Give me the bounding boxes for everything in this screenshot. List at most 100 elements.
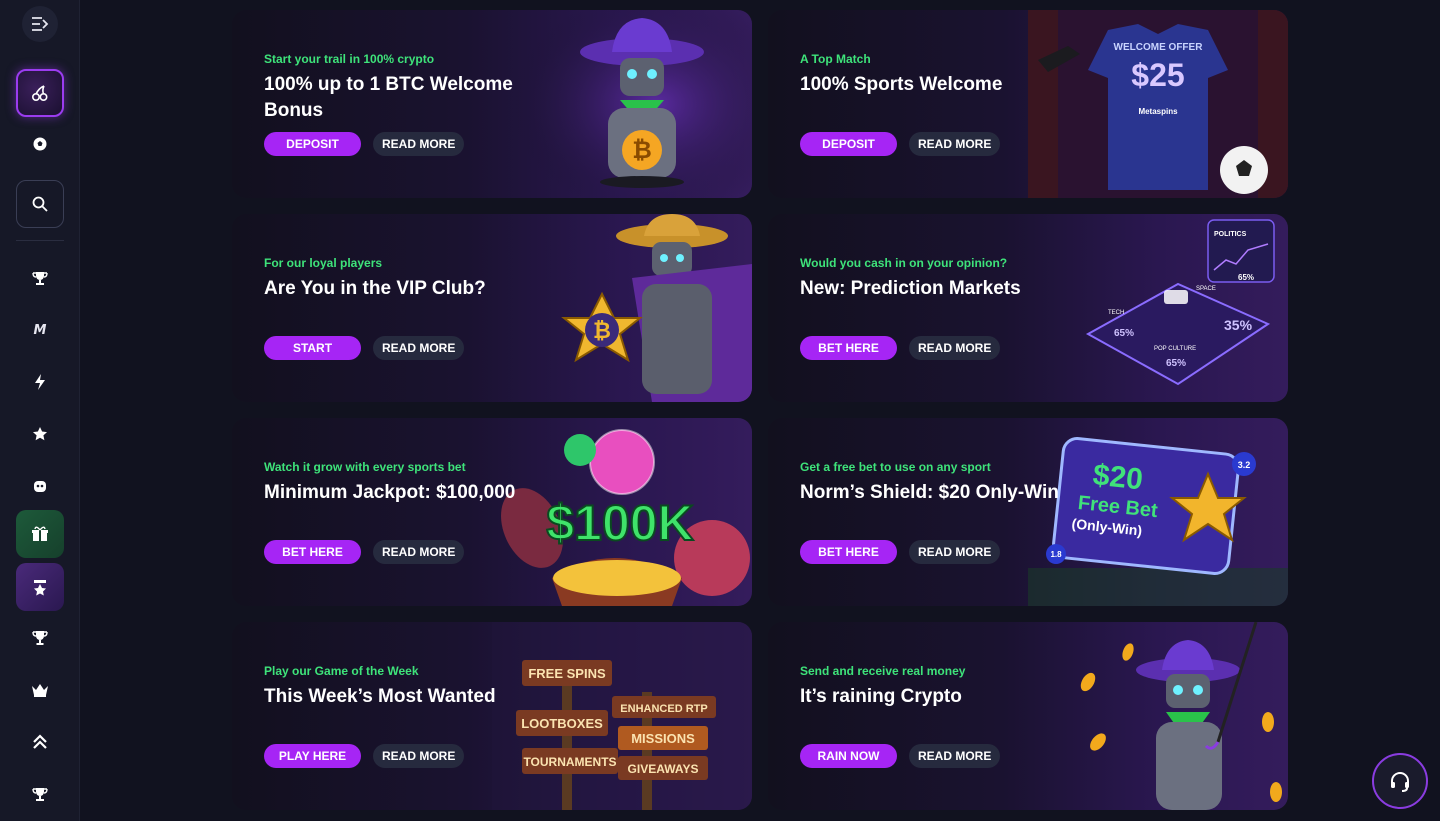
- bet-here-button[interactable]: BET HERE: [800, 336, 897, 360]
- promo-card-btc-welcome: ₿ Start your trail in 100% crypto 100% u…: [232, 10, 752, 198]
- sign-tournaments: TOURNAMENTS: [523, 755, 616, 769]
- promo-eyebrow: Would you cash in on your opinion?: [800, 256, 1008, 270]
- sign-giveaways: GIVEAWAYS: [628, 762, 699, 776]
- sidebar-item-tournaments[interactable]: [16, 254, 64, 302]
- svg-text:₿: ₿: [632, 137, 652, 164]
- tech-label: TECH: [1108, 310, 1124, 316]
- promo-eyebrow: Send and receive real money: [800, 664, 966, 678]
- cup-icon: [32, 631, 48, 645]
- promo-title: 100% Sports Welcome: [800, 74, 1003, 95]
- headset-icon: [1391, 772, 1409, 792]
- promo-card-vip-club: ₿ For our loyal players Are You in the V…: [232, 214, 752, 402]
- promo-card-norms-shield: $20 Free Bet (Only-Win) 3.2 1.8 Get a fr…: [768, 418, 1288, 606]
- bet-here-button[interactable]: BET HERE: [264, 540, 361, 564]
- sports-button[interactable]: [16, 120, 64, 168]
- sheriff-robot-illustration: ₿: [561, 214, 752, 402]
- free-bet-amount-label: $20: [1091, 458, 1144, 496]
- promo-title: Norm’s Shield: $20 Only-Win: [800, 482, 1059, 503]
- promo-card-raining-crypto: Send and receive real money It’s raining…: [768, 622, 1288, 810]
- search-button[interactable]: [16, 180, 64, 228]
- politics-label: POLITICS: [1214, 231, 1247, 238]
- sidebar-item-promotions[interactable]: [16, 510, 64, 558]
- promo-title: It’s raining Crypto: [800, 686, 962, 707]
- sign-free-spins: FREE SPINS: [528, 666, 606, 681]
- star-icon: [33, 427, 47, 441]
- read-more-button[interactable]: READ MORE: [373, 540, 465, 564]
- promo-eyebrow: Watch it grow with every sports bet: [264, 460, 466, 474]
- read-more-button[interactable]: READ MORE: [909, 132, 1001, 156]
- bolt-icon: [35, 374, 45, 390]
- sidebar-item-races[interactable]: [16, 770, 64, 818]
- welcome-offer-label: WELCOME OFFER: [1114, 42, 1204, 53]
- promo-title: 100% up to 1 BTC Welcome Bonus: [264, 74, 513, 121]
- prediction-dashboard-illustration: POLITICS 65% TECH 65% SPACE 35% POP CULT…: [1085, 219, 1275, 386]
- promo-title: Minimum Jackpot: $100,000: [264, 482, 516, 503]
- read-more-button[interactable]: READ MORE: [909, 336, 1001, 360]
- read-more-button[interactable]: READ MORE: [373, 336, 465, 360]
- sign-lootboxes: LOOTBOXES: [521, 716, 603, 731]
- sidebar: 𝙈: [0, 0, 80, 821]
- sidebar-item-vip-club[interactable]: [16, 666, 64, 714]
- pop-culture-percent: 65%: [1166, 358, 1186, 369]
- sign-missions: MISSIONS: [631, 731, 695, 746]
- sidebar-item-vip[interactable]: [16, 563, 64, 611]
- promo-card-prediction-markets: POLITICS 65% TECH 65% SPACE 35% POP CULT…: [768, 214, 1288, 402]
- collapse-sidebar-button[interactable]: [22, 6, 58, 42]
- sidebar-item-levels[interactable]: [16, 718, 64, 766]
- sidebar-item-fast-games[interactable]: [16, 358, 64, 406]
- robot-icon: [34, 481, 46, 492]
- sidebar-item-favorites[interactable]: [16, 410, 64, 458]
- promo-card-sports-welcome: WELCOME OFFER $25 Metaspins A Top Match …: [768, 10, 1288, 198]
- jackpot-100k-illustration: $100K: [501, 429, 750, 606]
- sidebar-item-leaderboard[interactable]: [16, 614, 64, 662]
- crown-icon: [32, 684, 48, 697]
- casino-button[interactable]: [16, 69, 64, 117]
- sidebar-item-originals[interactable]: 𝙈: [16, 306, 64, 354]
- promo-title: New: Prediction Markets: [800, 278, 1021, 299]
- read-more-button[interactable]: READ MORE: [373, 744, 465, 768]
- metaspins-logo-icon: 𝙈: [33, 322, 47, 337]
- free-bet-ticket-illustration: $20 Free Bet (Only-Win) 3.2 1.8: [1028, 437, 1288, 606]
- trophy-icon-2: [32, 788, 48, 801]
- soccer-ball-icon: [33, 137, 47, 151]
- sidebar-item-ai[interactable]: [16, 462, 64, 510]
- gift-icon: [32, 526, 48, 541]
- brand-label: Metaspins: [1138, 107, 1178, 116]
- bet-here-button[interactable]: BET HERE: [800, 540, 897, 564]
- start-button[interactable]: START: [264, 336, 361, 360]
- read-more-button[interactable]: READ MORE: [909, 540, 1001, 564]
- read-more-button[interactable]: READ MORE: [373, 132, 465, 156]
- promo-eyebrow: Get a free bet to use on any sport: [800, 460, 991, 474]
- tech-percent: 65%: [1114, 328, 1134, 339]
- promo-card-most-wanted: FREE SPINS ENHANCED RTP LOOTBOXES MISSIO…: [232, 622, 752, 810]
- chevrons-up-icon: [33, 734, 47, 749]
- live-support-button[interactable]: [1372, 753, 1428, 809]
- promo-eyebrow: For our loyal players: [264, 256, 383, 270]
- politics-percent: 65%: [1238, 273, 1254, 282]
- deposit-button[interactable]: DEPOSIT: [264, 132, 361, 156]
- promo-title: Are You in the VIP Club?: [264, 278, 486, 299]
- svg-text:₿: ₿: [593, 318, 611, 343]
- promo-eyebrow: Start your trail in 100% crypto: [264, 52, 435, 66]
- rain-now-button[interactable]: RAIN NOW: [800, 744, 897, 768]
- play-here-button[interactable]: PLAY HERE: [264, 744, 361, 768]
- promo-eyebrow: Play our Game of the Week: [264, 664, 419, 678]
- signpost-illustration: FREE SPINS ENHANCED RTP LOOTBOXES MISSIO…: [492, 622, 752, 810]
- read-more-button[interactable]: READ MORE: [909, 744, 1001, 768]
- search-icon: [32, 196, 48, 212]
- robot-cowboy-bitcoin-illustration: ₿: [512, 10, 752, 198]
- odds-badge-a: 3.2: [1238, 460, 1251, 470]
- jackpot-amount-label: $100K: [546, 495, 693, 551]
- offer-amount-label: $25: [1131, 57, 1184, 93]
- promo-card-jackpot: $100K Watch it grow with every sports be…: [232, 418, 752, 606]
- promo-title: This Week’s Most Wanted: [264, 686, 496, 707]
- space-label: SPACE: [1196, 286, 1216, 292]
- deposit-button[interactable]: DEPOSIT: [800, 132, 897, 156]
- collapse-icon: [32, 17, 49, 31]
- pop-culture-label: POP CULTURE: [1154, 346, 1196, 352]
- sign-enhanced-rtp: ENHANCED RTP: [620, 703, 707, 715]
- badge-icon: [34, 580, 46, 596]
- cherry-icon: [31, 85, 48, 102]
- space-percent: 35%: [1224, 317, 1253, 333]
- trophy-icon: [32, 272, 48, 285]
